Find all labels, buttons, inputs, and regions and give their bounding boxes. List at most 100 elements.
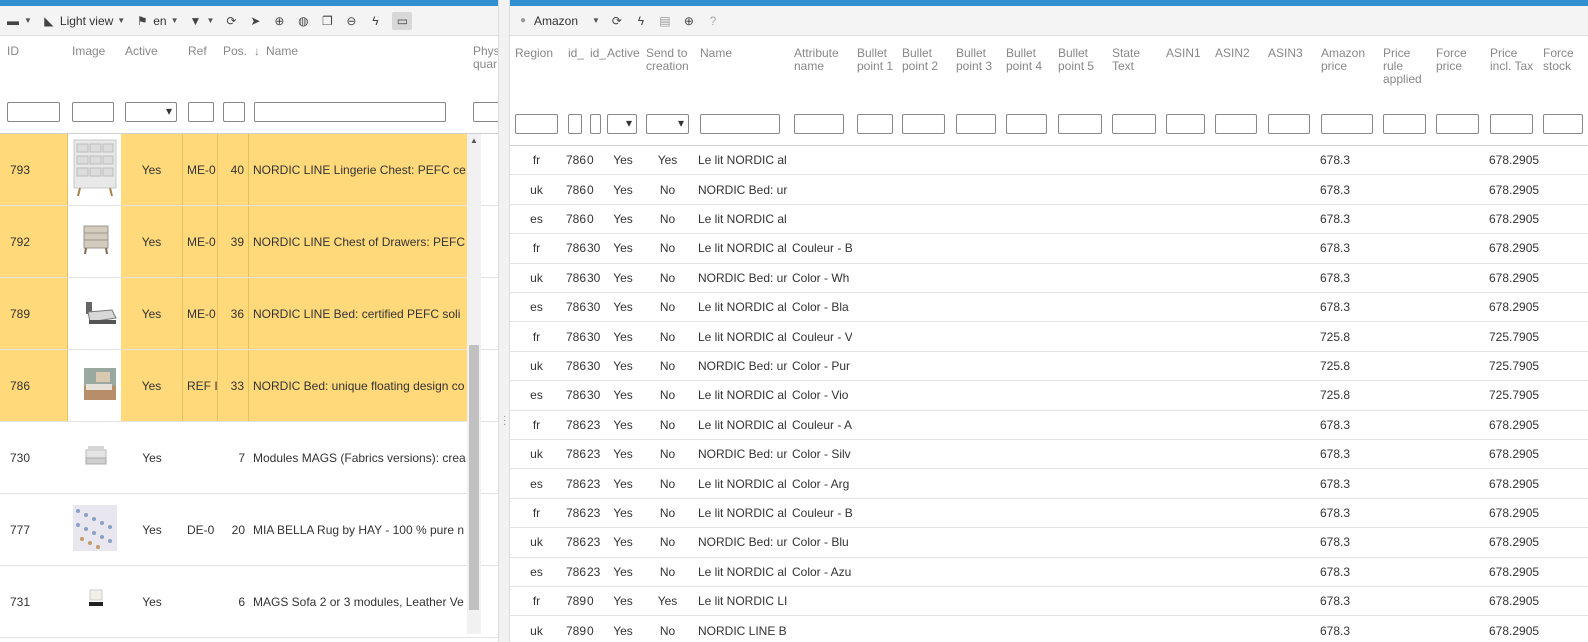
document-button[interactable]: ▤ — [658, 14, 672, 28]
table-row[interactable]: 789 Yes ME-0 36 NORDIC LINE Bed: certified P… — [0, 278, 498, 350]
filter-physical-quantity-input[interactable] — [473, 102, 498, 122]
filter-name-input[interactable] — [700, 114, 780, 134]
language-dropdown[interactable]: ⚑ en ▼ — [135, 14, 179, 28]
table-row[interactable]: uk 786 23 Yes No NORDIC Bed: ur Color - Silv 67… — [510, 440, 1588, 470]
col-header-name[interactable]: Name — [266, 45, 298, 58]
table-row[interactable]: 731 Yes 6 MAGS Sofa 2 or 3 modules, Leather… — [0, 566, 498, 638]
col-header-id-product[interactable]: id_ — [568, 47, 584, 60]
col-header-physical-quantity[interactable]: Phys quar — [473, 45, 498, 71]
filter-price-rule-input[interactable] — [1383, 114, 1426, 134]
product-thumbnail[interactable] — [72, 580, 118, 623]
filter-ref-input[interactable] — [188, 102, 214, 122]
filter-price-incl-tax-input[interactable] — [1490, 114, 1533, 134]
col-header-id-attribute[interactable]: id_ — [590, 47, 606, 60]
col-header-region[interactable]: Region — [515, 47, 553, 60]
filter-button[interactable]: ▼ ▼ — [189, 14, 215, 28]
col-header-asin2[interactable]: ASIN2 — [1215, 47, 1250, 60]
select-button[interactable]: ➤ — [248, 14, 262, 28]
col-header-position[interactable]: Pos. — [223, 45, 247, 58]
col-header-asin3[interactable]: ASIN3 — [1268, 47, 1303, 60]
add-button[interactable]: ⊕ — [272, 14, 286, 28]
filter-bullet-point-2-input[interactable] — [902, 114, 945, 134]
filter-force-price-input[interactable] — [1436, 114, 1479, 134]
product-thumbnail[interactable] — [72, 503, 118, 556]
col-header-force-stock[interactable]: Force stock — [1543, 47, 1588, 73]
filter-image-input[interactable] — [72, 102, 114, 122]
table-row[interactable]: fr 786 30 Yes No Le lit NORDIC al Couleur - V 7… — [510, 322, 1588, 352]
filter-bullet-point-1-input[interactable] — [857, 114, 893, 134]
help-button[interactable]: ? — [706, 14, 720, 28]
col-header-bullet-point-2[interactable]: Bullet point 2 — [902, 47, 940, 73]
product-thumbnail[interactable] — [72, 220, 118, 263]
col-header-bullet-point-1[interactable]: Bullet point 1 — [857, 47, 895, 73]
table-row[interactable]: fr 786 30 Yes No Le lit NORDIC al Couleur - B 6… — [510, 234, 1588, 264]
col-header-force-price[interactable]: Force price — [1436, 47, 1472, 73]
col-header-image[interactable]: Image — [72, 45, 105, 58]
col-header-bullet-point-5[interactable]: Bullet point 5 — [1058, 47, 1096, 73]
table-row[interactable]: fr 786 23 Yes No Le lit NORDIC al Couleur - B 6… — [510, 499, 1588, 529]
layout-button[interactable]: ▬ ▼ — [6, 14, 32, 28]
col-header-active[interactable]: Active — [607, 47, 640, 60]
table-row[interactable]: uk 786 30 Yes No NORDIC Bed: ur Color - Pur 725… — [510, 352, 1588, 382]
col-header-send-to-creation[interactable]: Send to creation — [646, 47, 691, 73]
products-scrollbar[interactable]: ▲ — [467, 134, 481, 634]
table-row[interactable]: es 786 30 Yes No Le lit NORDIC al Color - Vio 7… — [510, 381, 1588, 411]
view-mode-dropdown[interactable]: ◣ Light view ▼ — [42, 14, 125, 28]
table-row[interactable]: es 786 23 Yes No Le lit NORDIC al Color - Arg 6… — [510, 469, 1588, 499]
product-thumbnail[interactable] — [72, 436, 118, 479]
col-header-state-text[interactable]: State Text — [1112, 47, 1150, 73]
filter-bullet-point-3-input[interactable] — [956, 114, 996, 134]
table-row[interactable]: 786 Yes REF I 33 NORDIC Bed: unique floating… — [0, 350, 498, 422]
table-row[interactable]: es 786 30 Yes No Le lit NORDIC al Color - Bla 6… — [510, 293, 1588, 323]
table-row[interactable]: 777 Yes DE-0 20 MIA BELLA Rug by HAY - 100 %… — [0, 494, 498, 566]
filter-asin1-input[interactable] — [1166, 114, 1205, 134]
remove-button[interactable]: ⊖ — [344, 14, 358, 28]
duplicate-button[interactable]: ❐ — [320, 14, 334, 28]
globe-button[interactable]: ◍ — [296, 14, 310, 28]
table-row[interactable]: uk 786 23 Yes No NORDIC Bed: ur Color - Blu 678… — [510, 528, 1588, 558]
filter-id-product-input[interactable] — [568, 114, 582, 134]
table-row[interactable]: uk 789 0 Yes No NORDIC LINE B 678.3 678.2905 — [510, 616, 1588, 642]
folder-button[interactable]: ▭ — [392, 11, 413, 30]
col-header-price-rule-applied[interactable]: Price rule applied — [1383, 47, 1425, 86]
filter-region-input[interactable] — [515, 114, 558, 134]
table-row[interactable]: es 786 0 Yes No Le lit NORDIC al 678.3 678.2905 — [510, 205, 1588, 235]
table-row[interactable]: 793 Yes ME-0 40 NORDIC LINE Lingerie Chest: … — [0, 134, 498, 206]
col-header-bullet-point-4[interactable]: Bullet point 4 — [1006, 47, 1044, 73]
col-header-price-incl-tax[interactable]: Price incl. Tax — [1490, 47, 1536, 73]
col-header-bullet-point-3[interactable]: Bullet point 3 — [956, 47, 994, 73]
filter-id-attribute-input[interactable] — [590, 114, 601, 134]
filter-send-to-creation-select[interactable] — [646, 114, 689, 134]
filter-position-input[interactable] — [223, 102, 245, 122]
filter-state-text-input[interactable] — [1112, 114, 1156, 134]
table-row[interactable]: 730 Yes 7 Modules MAGS (Fabrics versions): … — [0, 422, 498, 494]
filter-active-select[interactable] — [125, 102, 177, 122]
table-row[interactable]: uk 786 30 Yes No NORDIC Bed: ur Color - Wh 678.… — [510, 264, 1588, 293]
table-row[interactable]: fr 786 0 Yes Yes Le lit NORDIC al 678.3 678.290… — [510, 146, 1588, 176]
marketplace-dropdown[interactable]: ● Amazon ▼ — [516, 14, 600, 28]
col-header-amazon-price[interactable]: Amazon price — [1321, 47, 1369, 73]
refresh-button[interactable]: ⟳ — [610, 14, 624, 28]
col-header-name[interactable]: Name — [700, 47, 732, 60]
filter-amazon-price-input[interactable] — [1321, 114, 1373, 134]
filter-force-stock-input[interactable] — [1543, 114, 1583, 134]
col-header-asin1[interactable]: ASIN1 — [1166, 47, 1201, 60]
col-header-id[interactable]: ID — [7, 45, 19, 58]
scroll-up-icon[interactable]: ▲ — [470, 136, 478, 145]
filter-attribute-name-input[interactable] — [794, 114, 844, 134]
product-thumbnail[interactable] — [72, 364, 118, 407]
table-row[interactable]: 792 Yes ME-0 39 NORDIC LINE Chest of Drawers… — [0, 206, 498, 278]
filter-name-input[interactable] — [254, 102, 446, 122]
product-thumbnail[interactable] — [72, 138, 118, 201]
col-header-ref[interactable]: Ref — [188, 45, 207, 58]
add-button[interactable]: ⊕ — [682, 14, 696, 28]
filter-bullet-point-5-input[interactable] — [1058, 114, 1102, 134]
actions-button[interactable]: ϟ — [634, 14, 648, 28]
scrollbar-thumb[interactable] — [469, 345, 479, 610]
table-row[interactable]: fr 786 23 Yes No Le lit NORDIC al Couleur - A 6… — [510, 411, 1588, 440]
product-thumbnail[interactable] — [72, 292, 118, 335]
refresh-button[interactable]: ⟳ — [224, 14, 238, 28]
filter-id-input[interactable] — [7, 102, 60, 122]
col-header-active[interactable]: Active — [125, 45, 158, 58]
filter-asin3-input[interactable] — [1268, 114, 1310, 134]
